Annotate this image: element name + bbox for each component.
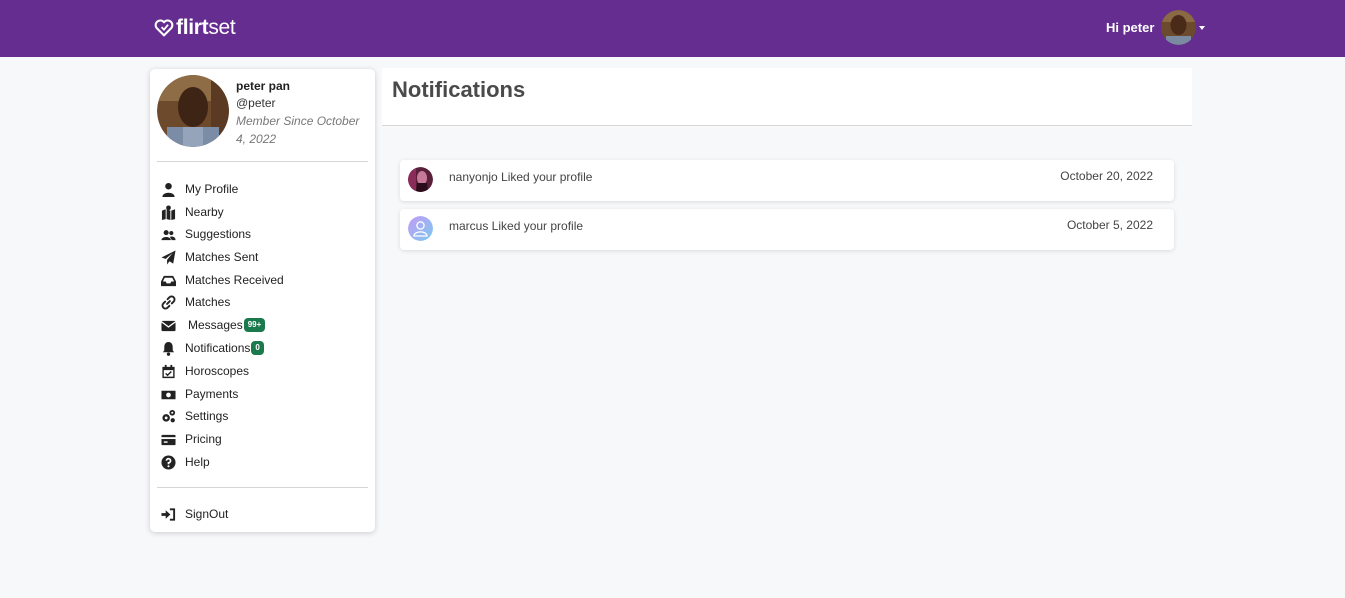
- inbox-icon: [160, 272, 176, 288]
- sidebar-item-suggestions[interactable]: Suggestions: [160, 224, 251, 244]
- sidebar-item-label: Nearby: [185, 205, 224, 219]
- notification-text: nanyonjo Liked your profile: [449, 170, 593, 184]
- notification-text: marcus Liked your profile: [449, 219, 584, 233]
- sidebar-item-label: Matches Sent: [185, 250, 259, 264]
- brand-logo[interactable]: flirtset: [154, 16, 236, 40]
- user-greeting: Hi peter: [1106, 20, 1155, 35]
- sidebar-item-label: Payments: [185, 387, 239, 401]
- sidebar-item-label: SignOut: [185, 507, 229, 521]
- sidebar-item-label: My Profile: [185, 182, 239, 196]
- sidebar-item-pricing[interactable]: Pricing: [160, 429, 222, 449]
- sidebar-item-payments[interactable]: Payments: [160, 384, 238, 404]
- avatar: [408, 167, 433, 192]
- page-title: Notifications: [392, 77, 526, 102]
- profile-sidebar: peter pan @peter Member Since October 4,…: [150, 69, 375, 532]
- member-since: Member Since October 4, 2022: [236, 114, 360, 146]
- credit-card-icon: [160, 431, 176, 447]
- notification-item[interactable]: marcus Liked your profile October 5, 202…: [400, 209, 1174, 250]
- sidebar-item-settings[interactable]: Settings: [160, 406, 228, 426]
- user-icon: [160, 181, 176, 197]
- profile-name: peter pan: [236, 79, 291, 93]
- divider: [157, 161, 368, 162]
- sidebar-item-nearby[interactable]: Nearby: [160, 202, 224, 222]
- sidebar-item-label: Pricing: [185, 432, 222, 446]
- sidebar-item-label: Notifications: [185, 341, 251, 355]
- notifications-count-badge: 0: [251, 341, 264, 355]
- sidebar-item-label: Suggestions: [185, 227, 252, 241]
- users-icon: [160, 226, 176, 242]
- link-icon: [160, 294, 176, 310]
- sidebar-item-matches-sent[interactable]: Matches Sent: [160, 247, 258, 267]
- map-icon: [160, 204, 176, 220]
- money-icon: [160, 386, 176, 402]
- sidebar-item-label: Settings: [185, 409, 229, 423]
- sidebar-item-label: Matches: [185, 295, 231, 309]
- sidebar-item-help[interactable]: Help: [160, 452, 210, 472]
- logo-text-bold: flirt: [176, 16, 209, 39]
- profile-handle: @peter: [236, 96, 276, 110]
- notification-item[interactable]: nanyonjo Liked your profile October 20, …: [400, 160, 1174, 201]
- gears-icon: [160, 408, 176, 424]
- logo-text-light: set: [208, 16, 236, 39]
- sidebar-item-label: Horoscopes: [185, 364, 250, 378]
- sign-in-icon: [160, 506, 176, 522]
- messages-count-badge: 99+: [243, 318, 266, 332]
- sidebar-item-matches-received[interactable]: Matches Received: [160, 270, 284, 290]
- default-avatar-icon: [408, 216, 433, 241]
- heart-logo-icon: [154, 19, 174, 37]
- profile-avatar[interactable]: [157, 75, 229, 147]
- paper-plane-icon: [160, 249, 176, 265]
- page-header: Notifications: [382, 68, 1192, 126]
- sidebar-item-matches[interactable]: Matches: [160, 292, 230, 312]
- bell-icon: [160, 340, 176, 356]
- top-navbar: flirtset Hi peter: [0, 0, 1345, 57]
- question-circle-icon: [160, 454, 176, 470]
- notification-date: October 5, 2022: [1066, 218, 1153, 232]
- calendar-check-icon: [160, 363, 176, 379]
- chevron-down-icon: [1199, 25, 1206, 30]
- sidebar-item-label: Matches Received: [185, 273, 284, 287]
- notification-date: October 20, 2022: [1060, 169, 1153, 183]
- sidebar-item-label: Help: [185, 455, 210, 469]
- sidebar-item-my-profile[interactable]: My Profile: [160, 179, 238, 199]
- divider: [157, 487, 368, 488]
- sidebar-item-messages[interactable]: Messages 99+: [160, 315, 266, 335]
- sidebar-item-notifications[interactable]: Notifications 0: [160, 338, 264, 358]
- sidebar-item-signout[interactable]: SignOut: [160, 504, 228, 524]
- sidebar-item-horoscopes[interactable]: Horoscopes: [160, 361, 249, 381]
- user-menu-dropdown[interactable]: Hi peter: [1106, 10, 1206, 45]
- sidebar-item-label: Messages: [188, 318, 243, 332]
- avatar[interactable]: [1161, 10, 1197, 45]
- envelope-icon: [160, 317, 176, 333]
